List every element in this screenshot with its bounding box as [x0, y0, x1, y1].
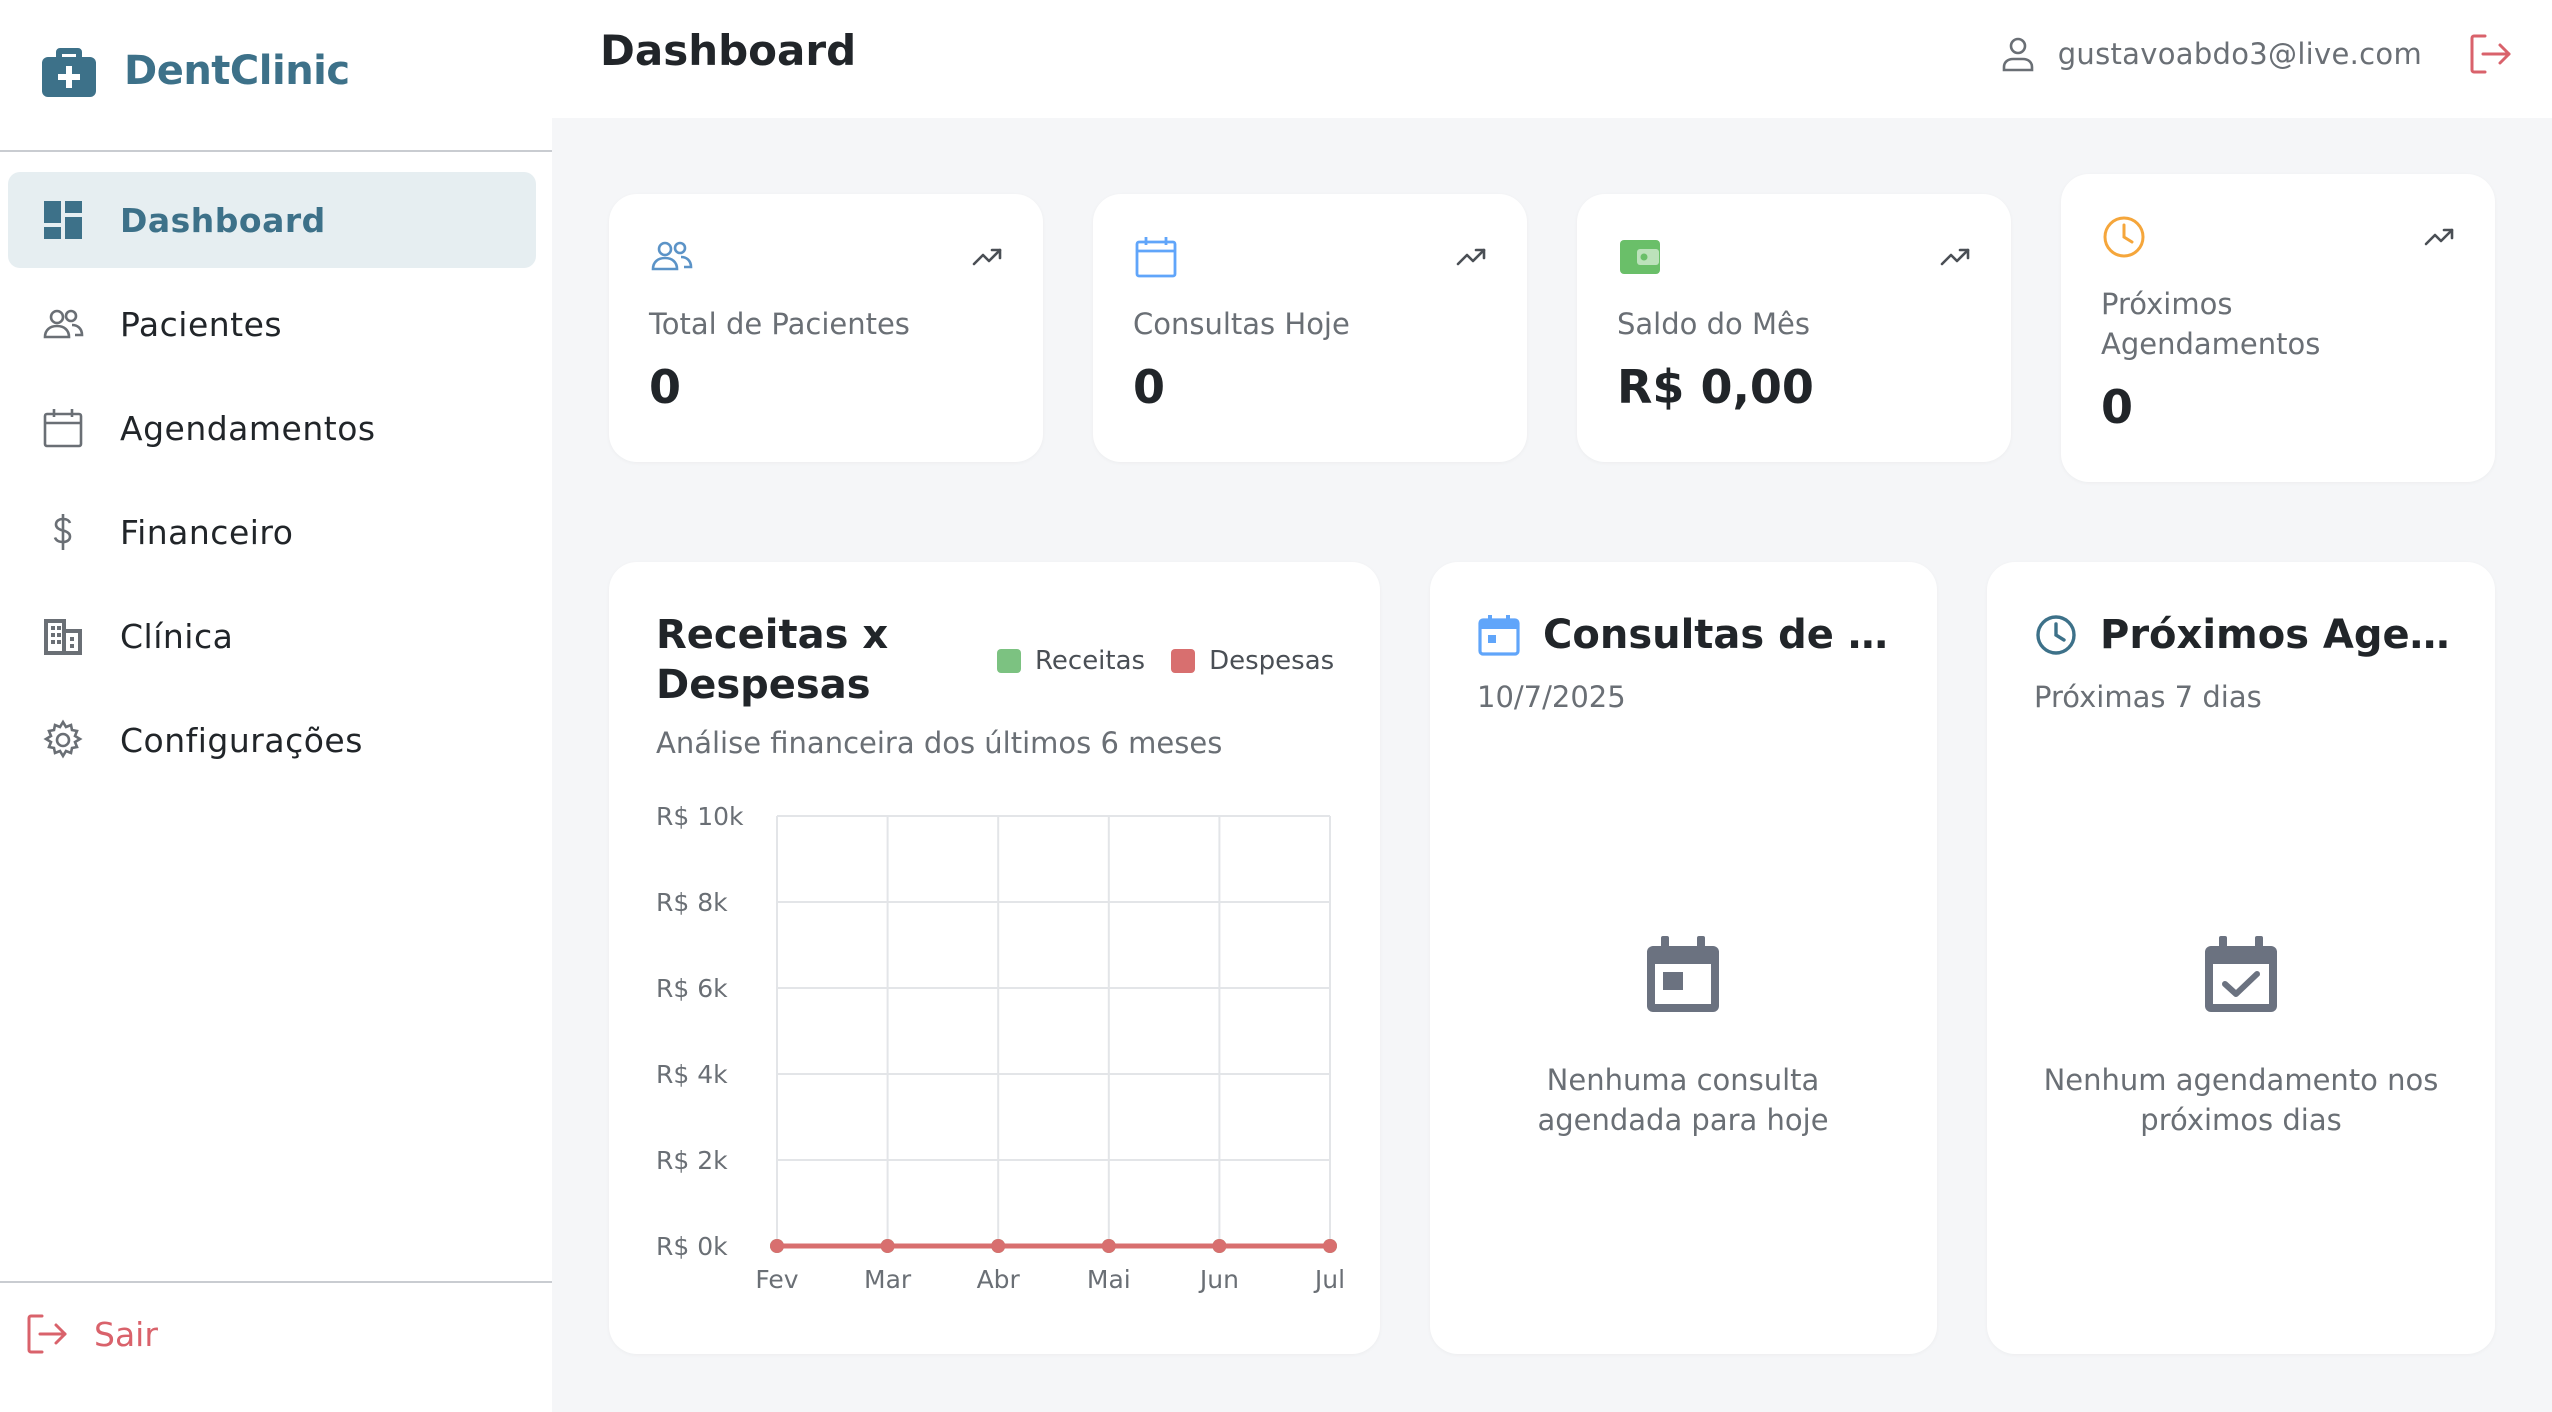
trending-up-icon [1940, 248, 1970, 266]
x-tick-label: Mar [864, 1265, 912, 1294]
x-tick-label: Mai [1087, 1265, 1131, 1294]
sidebar-item-label: Dashboard [120, 200, 326, 240]
stat-label: Próximos Agendamentos [2101, 287, 2321, 361]
brand-name: DentClinic [124, 48, 350, 94]
stat-label: Saldo do Mês [1617, 307, 1810, 341]
y-tick-label: R$ 2k [656, 1146, 728, 1175]
calendar-icon [1135, 237, 1177, 278]
stat-card-saldo-mes: Saldo do Mês R$ 0,00 [1577, 194, 2011, 462]
dashboard-icon [44, 201, 82, 239]
sidebar-item-agendamentos[interactable]: Agendamentos [8, 380, 536, 476]
clock-icon [2036, 615, 2076, 655]
top-header: Dashboard gustavoabdo3@live.com [552, 0, 2552, 118]
sidebar-divider [0, 150, 552, 152]
stat-value: 0 [2101, 380, 2134, 434]
logout-icon[interactable] [2466, 30, 2514, 78]
data-point-despesas [991, 1239, 1006, 1253]
x-tick-label: Fev [755, 1265, 798, 1294]
stat-value: 0 [649, 360, 682, 414]
sidebar-item-dashboard[interactable]: Dashboard [8, 172, 536, 268]
finance-chart-panel: Receitas x Despesas Análise financeira d… [609, 562, 1380, 1354]
legend-label: Receitas [1035, 646, 1146, 676]
medical-kit-icon [42, 48, 96, 97]
card-date: 10/7/2025 [1477, 680, 1626, 714]
data-point-despesas [1212, 1239, 1227, 1253]
today-appointments-panel: Consultas de Hoje 10/7/2025 Nenhuma cons… [1430, 562, 1937, 1354]
stat-label: Total de Pacientes [649, 307, 910, 341]
card-header: Consultas de Hoje [1477, 610, 1897, 660]
user-icon [2002, 37, 2034, 72]
clock-icon [2103, 216, 2145, 258]
sidebar-item-label: Clínica [120, 616, 234, 656]
legend-item-despesas[interactable]: Despesas [1171, 646, 1334, 676]
gear-icon [43, 719, 83, 759]
data-point-despesas [1323, 1239, 1337, 1253]
logout-label: Sair [94, 1314, 158, 1354]
sidebar-item-label: Agendamentos [120, 408, 376, 448]
sidebar-nav: Dashboard Pacientes Agendamentos Finance… [8, 172, 536, 796]
sidebar-item-clinica[interactable]: Clínica [8, 588, 536, 684]
sidebar-item-pacientes[interactable]: Pacientes [8, 276, 536, 372]
logout-button[interactable]: Sair [24, 1304, 158, 1364]
legend-label: Despesas [1209, 646, 1335, 676]
logout-icon [27, 1314, 67, 1354]
users-icon [43, 309, 84, 339]
brand[interactable]: DentClinic [40, 35, 350, 107]
y-tick-label: R$ 6k [656, 974, 728, 1003]
sidebar-item-configuracoes[interactable]: Configurações [8, 692, 536, 788]
wallet-icon [1620, 240, 1660, 274]
data-point-despesas [880, 1239, 895, 1253]
trending-up-icon [1456, 248, 1486, 266]
user-email: gustavoabdo3@live.com [2057, 37, 2422, 71]
calendar-check-icon [2205, 936, 2277, 1012]
calendar-icon [1478, 615, 1520, 656]
sidebar-item-label: Financeiro [120, 512, 294, 552]
y-tick-label: R$ 8k [656, 888, 728, 917]
y-tick-label: R$ 4k [656, 1060, 728, 1089]
upcoming-appointments-panel: Próximos Agendamentos Próximas 7 dias Ne… [1987, 562, 2495, 1354]
y-tick-label: R$ 0k [656, 1232, 728, 1261]
users-icon [651, 241, 693, 271]
chart-legend: Receitas Despesas [997, 646, 1334, 676]
x-tick-label: Jul [1313, 1265, 1345, 1294]
stat-label: Consultas Hoje [1133, 307, 1350, 341]
stat-card-consultas-hoje: Consultas Hoje 0 [1093, 194, 1527, 462]
stat-value: R$ 0,00 [1617, 360, 1814, 414]
page-title: Dashboard [600, 26, 857, 75]
trending-up-icon [2424, 228, 2454, 246]
user-menu[interactable]: gustavoabdo3@live.com [1998, 32, 2422, 76]
empty-state-text: Nenhuma consulta agendada para hoje [1537, 1063, 1829, 1137]
legend-item-receitas[interactable]: Receitas [997, 646, 1145, 676]
sidebar-item-label: Pacientes [120, 304, 283, 344]
x-tick-label: Abr [977, 1265, 1021, 1294]
finance-chart: R$ 0k R$ 2k R$ 4k R$ 6k R$ 8k R$ 10k Fev Mar Abr… [656, 802, 1345, 1294]
sidebar-item-label: Configurações [120, 720, 363, 760]
card-title: Consultas de Hoje [1543, 612, 1897, 658]
card-header: Próximos Agendamentos [2034, 610, 2454, 660]
building-icon [44, 619, 82, 655]
sidebar: DentClinic Dashboard Pacientes Agendamen… [0, 0, 552, 1412]
stat-card-total-pacientes: Total de Pacientes 0 [609, 194, 1043, 462]
card-subtitle: Próximas 7 dias [2034, 680, 2262, 714]
calendar-icon [43, 409, 83, 448]
stat-card-proximos-agendamentos: Próximos Agendamentos 0 [2061, 174, 2495, 482]
y-tick-label: R$ 10k [656, 802, 744, 831]
data-point-despesas [770, 1239, 784, 1253]
data-point-despesas [1101, 1239, 1116, 1253]
dollar-icon [53, 514, 72, 550]
sidebar-item-financeiro[interactable]: Financeiro [8, 484, 536, 580]
empty-state-text: Nenhum agendamento nos próximos dias [2043, 1063, 2439, 1137]
legend-swatch [1171, 649, 1196, 673]
sidebar-divider [0, 1281, 552, 1283]
x-tick-label: Jun [1198, 1265, 1239, 1294]
legend-swatch [997, 649, 1021, 673]
calendar-empty-icon [1647, 936, 1719, 1012]
trending-up-icon [972, 248, 1002, 266]
card-title: Próximos Agendamentos [2100, 612, 2454, 658]
stat-value: 0 [1133, 360, 1166, 414]
